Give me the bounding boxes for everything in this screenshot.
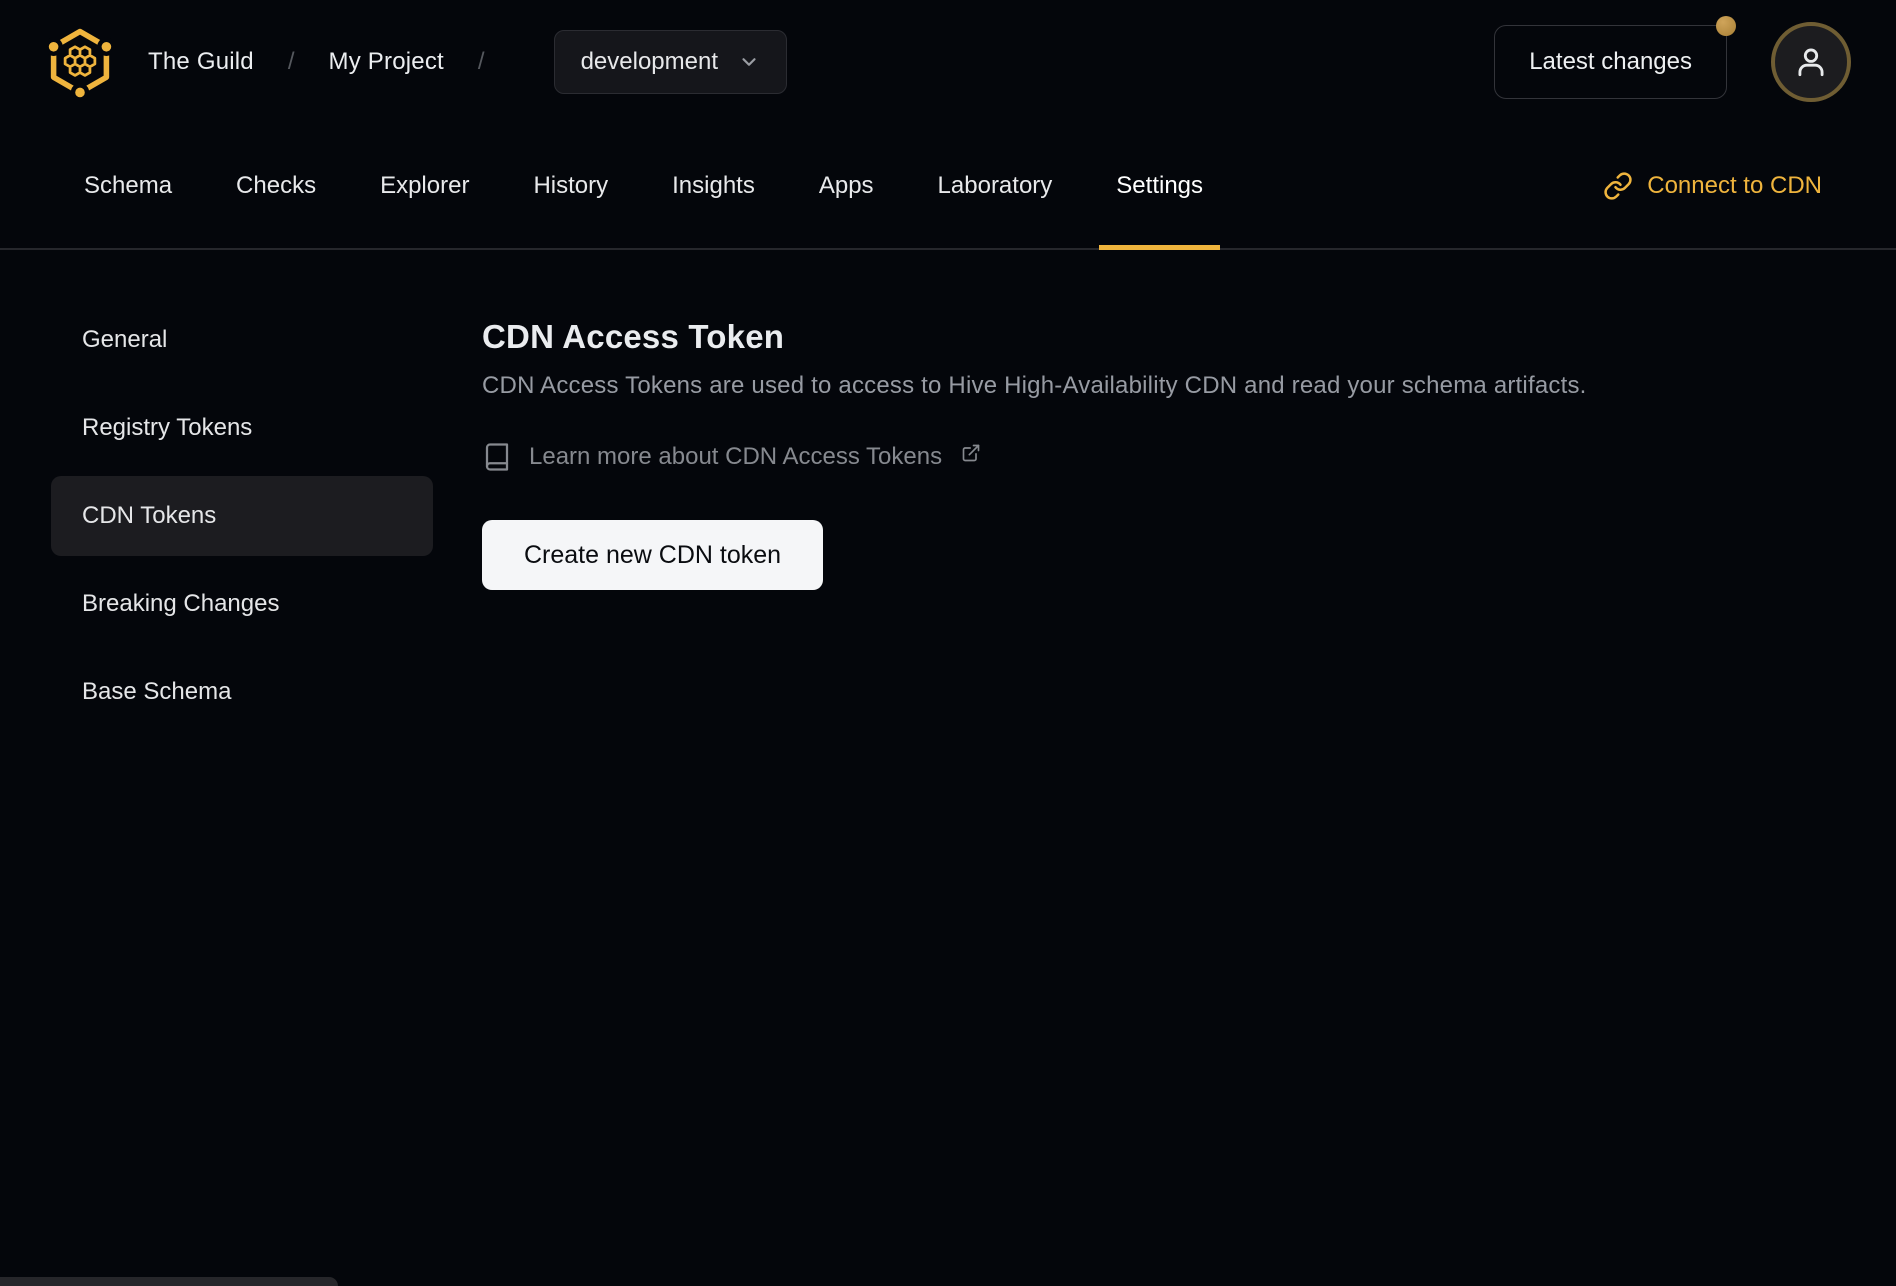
link-icon <box>1604 172 1632 200</box>
breadcrumb-separator: / <box>287 48 295 75</box>
latest-changes-label: Latest changes <box>1529 48 1692 75</box>
breadcrumb-org[interactable]: The Guild <box>148 48 254 76</box>
hive-logo-icon[interactable] <box>44 26 116 98</box>
sidebar-item-general[interactable]: General <box>51 300 433 380</box>
sidebar-item-base-schema[interactable]: Base Schema <box>51 652 433 732</box>
settings-sidebar: General Registry Tokens CDN Tokens Break… <box>51 300 433 732</box>
notification-dot <box>1716 16 1736 36</box>
tab-laboratory[interactable]: Laboratory <box>921 124 1070 248</box>
tab-schema[interactable]: Schema <box>67 124 189 248</box>
connect-to-cdn-label: Connect to CDN <box>1647 172 1822 199</box>
tab-bar: Schema Checks Explorer History Insights … <box>0 124 1896 250</box>
sidebar-item-cdn-tokens[interactable]: CDN Tokens <box>51 476 433 556</box>
settings-content: General Registry Tokens CDN Tokens Break… <box>0 250 1896 732</box>
sidebar-item-registry-tokens[interactable]: Registry Tokens <box>51 388 433 468</box>
user-avatar-button[interactable] <box>1771 22 1851 102</box>
tab-checks[interactable]: Checks <box>219 124 333 248</box>
latest-changes-button[interactable]: Latest changes <box>1494 16 1736 99</box>
tab-insights[interactable]: Insights <box>655 124 772 248</box>
learn-more-label: Learn more about CDN Access Tokens <box>529 443 943 470</box>
target-selector-dropdown[interactable]: development <box>553 30 787 94</box>
create-cdn-token-button[interactable]: Create new CDN token <box>482 520 824 590</box>
tab-apps[interactable]: Apps <box>802 124 891 248</box>
target-selector-value: development <box>580 48 718 75</box>
book-icon <box>485 443 509 471</box>
breadcrumb: The Guild / My Project / <box>148 48 519 76</box>
page-title: CDN Access Token <box>482 318 785 355</box>
tab-settings[interactable]: Settings <box>1099 124 1220 250</box>
chevron-down-icon <box>742 58 756 66</box>
cdn-tokens-panel: CDN Access Token CDN Access Tokens are u… <box>433 250 1896 590</box>
breadcrumb-project[interactable]: My Project <box>329 48 444 76</box>
page-description: CDN Access Tokens are used to access to … <box>482 372 1587 399</box>
tab-history[interactable]: History <box>516 124 625 248</box>
user-icon <box>1798 48 1824 77</box>
external-link-icon <box>962 444 980 462</box>
learn-more-link[interactable]: Learn more about CDN Access Tokens <box>482 442 981 472</box>
bottom-partial-toast[interactable] <box>0 1277 338 1286</box>
breadcrumb-separator: / <box>477 48 485 75</box>
header: The Guild / My Project / development Lat… <box>0 0 1896 124</box>
connect-to-cdn-link[interactable]: Connect to CDN <box>1603 171 1822 201</box>
tab-explorer[interactable]: Explorer <box>363 124 486 248</box>
sidebar-item-breaking-changes[interactable]: Breaking Changes <box>51 564 433 644</box>
